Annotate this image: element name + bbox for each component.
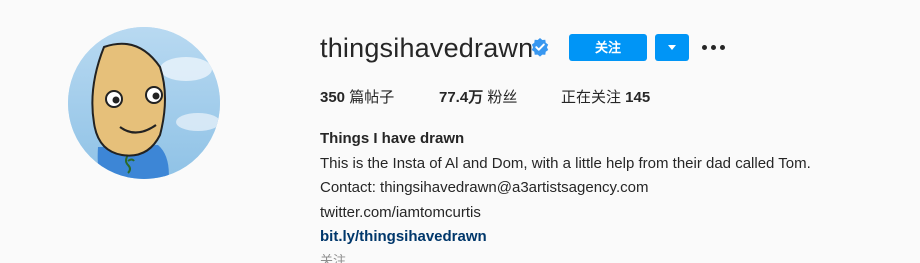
posts-count: 350 篇帖子: [320, 88, 394, 108]
bio-description: This is the Insta of Al and Dom, with a …: [320, 154, 811, 172]
followed-by-text: 关注…: [320, 254, 360, 263]
avatar-drawing: [68, 27, 220, 179]
more-options-icon: [702, 45, 707, 50]
caret-down-icon: [668, 45, 676, 50]
following-count-value: 145: [625, 89, 651, 106]
profile-full-name: Things I have drawn: [320, 130, 465, 147]
bio-twitter: twitter.com/iamtomcurtis: [320, 203, 481, 221]
follow-options-button[interactable]: [655, 34, 689, 61]
profile-bio: Things I have drawn This is the Insta of…: [320, 127, 811, 250]
following-link[interactable]: 正在关注 145: [561, 88, 650, 108]
avatar[interactable]: [68, 27, 220, 179]
posts-count-label: 篇帖子: [345, 89, 395, 106]
posts-count-value: 350: [320, 89, 346, 106]
following-label: 正在关注: [561, 89, 626, 106]
followers-link[interactable]: 77.4万 粉丝: [439, 88, 517, 108]
followers-count-value: 77.4万: [439, 89, 484, 106]
bio-website-link[interactable]: bit.ly/thingsihavedrawn: [320, 225, 811, 250]
more-options-button[interactable]: [700, 36, 728, 58]
bio-contact: Contact: thingsihavedrawn@a3artistsagenc…: [320, 179, 649, 196]
followers-label: 粉丝: [483, 89, 518, 106]
verified-badge-icon: [531, 38, 549, 57]
profile-username: thingsihavedrawn: [320, 33, 534, 63]
follow-button[interactable]: 关注: [569, 34, 647, 61]
